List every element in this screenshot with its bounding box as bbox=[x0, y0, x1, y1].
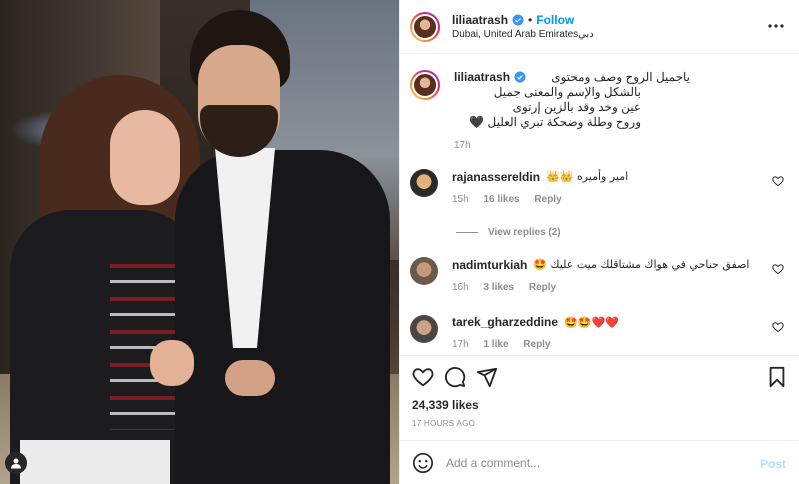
comment-input[interactable] bbox=[446, 455, 746, 470]
man-jacket bbox=[175, 150, 390, 484]
more-options-icon[interactable] bbox=[766, 16, 786, 36]
comment-like-heart-icon[interactable] bbox=[772, 321, 784, 333]
commenter-avatar[interactable] bbox=[410, 169, 438, 197]
caption-line: عين وخد وقد بالزين إرتوى bbox=[512, 100, 641, 114]
reply-button[interactable]: Reply bbox=[523, 339, 550, 350]
bookmark-icon[interactable] bbox=[766, 366, 788, 388]
instagram-post: liliaatrash • Follow Dubai, United Arab … bbox=[0, 0, 799, 484]
man-hand bbox=[225, 360, 275, 396]
comment-item: nadimturkiah اصفق جناحي في هواك مشتاقلك … bbox=[410, 257, 790, 293]
caption-line: ياجميل الروح وصف ومحتوى bbox=[551, 70, 691, 84]
commenter-avatar[interactable] bbox=[410, 257, 438, 285]
caption-line: بالشكل والإسم والمعنى جميل bbox=[493, 85, 641, 99]
caption-username[interactable]: liliaatrash bbox=[454, 70, 510, 84]
comment-likes[interactable]: 16 likes bbox=[483, 194, 519, 205]
comment-time[interactable]: 16h bbox=[452, 282, 469, 293]
commenter-username[interactable]: tarek_gharzeddine bbox=[452, 315, 558, 329]
view-replies-label: View replies (2) bbox=[488, 227, 561, 238]
commenter-username[interactable]: rajanassereldin bbox=[452, 170, 540, 184]
author-avatar[interactable] bbox=[410, 11, 440, 42]
add-comment-bar: Post bbox=[400, 440, 799, 484]
commenter-avatar[interactable] bbox=[410, 315, 438, 343]
view-replies-line bbox=[456, 232, 478, 233]
comment-item: tarek_gharzeddine 🤩🤩❤️❤️ 17h 1 like Repl… bbox=[410, 315, 790, 350]
comment-likes[interactable]: 3 likes bbox=[483, 282, 514, 293]
share-icon[interactable] bbox=[476, 366, 498, 388]
comments-section[interactable]: liliaatrash ياجميل الروح وصف ومحتوى بالش… bbox=[400, 55, 799, 355]
caption-line: وروح وطلة وضحكة تبري العليل 🖤 bbox=[469, 115, 641, 129]
comment-like-heart-icon[interactable] bbox=[772, 263, 784, 275]
user-tag-icon[interactable] bbox=[5, 452, 27, 474]
like-heart-icon[interactable] bbox=[412, 366, 434, 388]
comment-text: 🤩🤩❤️❤️ bbox=[564, 315, 619, 329]
view-replies-button[interactable]: View replies (2) bbox=[456, 227, 656, 238]
follow-button[interactable]: Follow bbox=[536, 13, 574, 27]
post-header: liliaatrash • Follow Dubai, United Arab … bbox=[400, 0, 799, 54]
comment-time[interactable]: 15h bbox=[452, 194, 469, 205]
comment-text: اصفق جناحي في هواك مشتاقلك ميت عليك 🤩 bbox=[533, 258, 750, 271]
header-separator: • bbox=[528, 13, 533, 27]
comment-time[interactable]: 17h bbox=[452, 339, 469, 350]
post-actions-bar bbox=[400, 355, 799, 395]
comment-text: امير وأميره 👑👑 bbox=[546, 170, 629, 183]
reply-button[interactable]: Reply bbox=[534, 194, 561, 205]
likes-count[interactable]: 24,339 likes bbox=[412, 398, 479, 412]
comment-like-heart-icon[interactable] bbox=[772, 175, 784, 187]
comment-item: rajanassereldin امير وأميره 👑👑 15h 16 li… bbox=[410, 169, 790, 205]
post-comment-button[interactable]: Post bbox=[760, 457, 786, 471]
post-location[interactable]: Dubai, United Arab Emiratesدبي bbox=[452, 29, 594, 40]
caption-author-avatar[interactable] bbox=[410, 70, 440, 100]
comment-icon[interactable] bbox=[444, 366, 466, 388]
post-side-panel: liliaatrash • Follow Dubai, United Arab … bbox=[399, 0, 799, 484]
reply-button[interactable]: Reply bbox=[529, 282, 556, 293]
comment-likes[interactable]: 1 like bbox=[483, 339, 508, 350]
woman-face bbox=[110, 110, 180, 205]
post-caption: liliaatrash ياجميل الروح وصف ومحتوى بالش… bbox=[410, 70, 790, 151]
woman-hand bbox=[150, 340, 194, 386]
commenter-username[interactable]: nadimturkiah bbox=[452, 258, 527, 272]
woman-skirt bbox=[20, 440, 170, 484]
caption-time[interactable]: 17h bbox=[454, 140, 471, 151]
post-timestamp[interactable]: 17 HOURS AGO bbox=[412, 419, 475, 428]
emoji-icon[interactable] bbox=[412, 452, 434, 474]
author-username[interactable]: liliaatrash bbox=[452, 13, 508, 27]
post-photo[interactable] bbox=[0, 0, 399, 484]
verified-icon bbox=[512, 14, 524, 26]
verified-icon bbox=[514, 71, 526, 83]
